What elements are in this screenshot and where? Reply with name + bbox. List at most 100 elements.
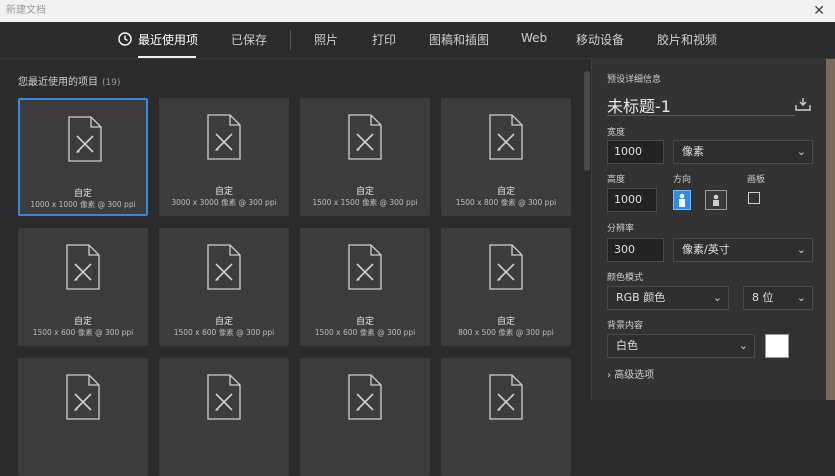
recent-item-card[interactable]: 自定 1500 x 600 像素 @ 300 ppi xyxy=(159,228,289,346)
document-icon xyxy=(489,114,523,160)
document-icon xyxy=(348,114,382,160)
color-mode-select[interactable]: RGB 颜色 ⌄ xyxy=(607,286,729,310)
portrait-person-icon xyxy=(679,193,685,207)
width-input[interactable]: 1000 xyxy=(607,140,664,164)
recent-item-dimensions: 1500 x 600 像素 @ 300 ppi xyxy=(32,328,134,337)
resolution-unit-select[interactable]: 像素/英寸 ⌄ xyxy=(673,238,813,262)
width-unit-select[interactable]: 像素 ⌄ xyxy=(673,140,813,164)
recent-item-name: 自定 xyxy=(355,187,374,197)
recent-item-name: 自定 xyxy=(73,317,92,327)
bit-depth-value: 8 位 xyxy=(752,291,774,304)
clock-icon xyxy=(118,32,132,46)
advanced-options-label: 高级选项 xyxy=(614,370,655,381)
save-preset-icon[interactable] xyxy=(795,97,811,111)
tab-print[interactable]: 打印 xyxy=(372,31,396,48)
window-titlebar: 新建文档 ✕ xyxy=(0,0,835,22)
recent-item-name: 自定 xyxy=(496,187,515,197)
document-icon xyxy=(489,374,523,420)
background-label: 背景内容 xyxy=(607,321,644,331)
background-edge xyxy=(826,59,835,400)
recent-items-panel: 您最近使用的项目 (19) 自定 1000 x 1000 像素 @ 300 ppi 自… xyxy=(0,59,590,476)
tab-art-illustration[interactable]: 图稿和插图 xyxy=(429,31,489,48)
preset-details-panel: 预设详细信息 未标题-1 宽度 1000 像素 ⌄ 高度 1000 方向 画板 … xyxy=(591,59,835,400)
recent-item-card[interactable] xyxy=(159,358,289,476)
resolution-unit-value: 像素/英寸 xyxy=(682,243,730,256)
recent-item-dimensions: 3000 x 3000 像素 @ 300 ppi xyxy=(171,198,277,207)
document-icon xyxy=(489,244,523,290)
recent-item-name: 自定 xyxy=(496,317,515,327)
tab-saved[interactable]: 已保存 xyxy=(231,31,267,48)
recent-item-card[interactable] xyxy=(441,358,571,476)
color-mode-label: 颜色模式 xyxy=(607,273,644,283)
background-color-swatch[interactable] xyxy=(765,334,789,358)
recent-item-card[interactable]: 自定 1500 x 600 像素 @ 300 ppi xyxy=(18,228,148,346)
window-title: 新建文档 xyxy=(6,5,46,16)
document-title[interactable]: 未标题-1 xyxy=(607,93,671,117)
recent-item-card[interactable] xyxy=(300,358,430,476)
chevron-down-icon: ⌄ xyxy=(796,145,806,158)
landscape-person-icon xyxy=(713,194,719,206)
recent-item-dimensions: 800 x 500 像素 @ 300 ppi xyxy=(458,328,554,337)
bit-depth-select[interactable]: 8 位 ⌄ xyxy=(743,286,813,310)
document-icon xyxy=(66,374,100,420)
tab-film-video[interactable]: 胶片和视频 xyxy=(657,31,717,48)
document-icon xyxy=(348,244,382,290)
recent-item-name: 自定 xyxy=(355,317,374,327)
recent-item-card[interactable]: 自定 1000 x 1000 像素 @ 300 ppi xyxy=(18,98,148,216)
recent-item-card[interactable]: 自定 800 x 500 像素 @ 300 ppi xyxy=(441,228,571,346)
tab-mobile[interactable]: 移动设备 xyxy=(576,31,624,48)
resolution-label: 分辨率 xyxy=(607,224,635,234)
category-tabbar: 最近使用项 已保存 照片 打印 图稿和插图 Web 移动设备 胶片和视频 xyxy=(0,22,835,59)
document-icon xyxy=(66,244,100,290)
chevron-right-icon: › xyxy=(607,370,611,381)
chevron-down-icon: ⌄ xyxy=(738,339,748,352)
chevron-down-icon: ⌄ xyxy=(796,291,806,304)
portrait-orientation-button[interactable] xyxy=(673,190,691,210)
preset-header: 预设详细信息 xyxy=(607,75,662,85)
orientation-label: 方向 xyxy=(673,175,692,185)
artboard-label: 画板 xyxy=(747,175,766,185)
landscape-orientation-button[interactable] xyxy=(705,190,727,210)
chevron-down-icon: ⌄ xyxy=(712,291,722,304)
recent-item-card[interactable]: 自定 1500 x 1500 像素 @ 300 ppi xyxy=(300,98,430,216)
document-icon xyxy=(207,114,241,160)
height-input[interactable]: 1000 xyxy=(607,188,657,212)
document-icon xyxy=(207,374,241,420)
recent-section-title: 您最近使用的项目 (19) xyxy=(18,73,120,88)
resolution-input[interactable]: 300 xyxy=(607,238,664,262)
recent-item-card[interactable]: 自定 1500 x 600 像素 @ 300 ppi xyxy=(300,228,430,346)
tab-recent[interactable]: 最近使用项 xyxy=(138,31,198,48)
document-icon xyxy=(207,244,241,290)
recent-item-name: 自定 xyxy=(214,187,233,197)
background-value: 白色 xyxy=(616,339,638,352)
document-icon xyxy=(68,116,102,162)
recent-item-card[interactable]: 自定 3000 x 3000 像素 @ 300 ppi xyxy=(159,98,289,216)
height-label: 高度 xyxy=(607,175,626,185)
recent-item-card[interactable]: 自定 1500 x 800 像素 @ 300 ppi xyxy=(441,98,571,216)
tab-divider xyxy=(290,30,291,50)
recent-item-dimensions: 1500 x 1500 像素 @ 300 ppi xyxy=(312,198,418,207)
tab-photo[interactable]: 照片 xyxy=(314,31,338,48)
recent-count: (19) xyxy=(102,78,121,88)
scroll-thumb[interactable] xyxy=(584,71,590,171)
title-underline xyxy=(607,115,795,116)
document-icon xyxy=(348,374,382,420)
active-tab-indicator xyxy=(138,56,196,58)
width-unit-value: 像素 xyxy=(682,145,704,158)
color-mode-value: RGB 颜色 xyxy=(616,291,666,304)
recent-title-text: 您最近使用的项目 xyxy=(18,77,98,88)
width-label: 宽度 xyxy=(607,128,626,138)
recent-item-dimensions: 1500 x 600 像素 @ 300 ppi xyxy=(314,328,416,337)
recent-item-name: 自定 xyxy=(73,189,92,199)
artboard-checkbox[interactable] xyxy=(748,192,760,204)
close-icon[interactable]: ✕ xyxy=(813,0,825,22)
advanced-options-toggle[interactable]: › 高级选项 xyxy=(607,366,654,381)
tab-web[interactable]: Web xyxy=(521,31,547,45)
chevron-down-icon: ⌄ xyxy=(796,243,806,256)
recent-item-card[interactable] xyxy=(18,358,148,476)
recent-item-dimensions: 1500 x 800 像素 @ 300 ppi xyxy=(455,198,557,207)
recent-item-dimensions: 1000 x 1000 像素 @ 300 ppi xyxy=(30,200,136,209)
recent-item-name: 自定 xyxy=(214,317,233,327)
recent-scrollbar[interactable] xyxy=(584,59,590,400)
background-select[interactable]: 白色 ⌄ xyxy=(607,334,755,358)
